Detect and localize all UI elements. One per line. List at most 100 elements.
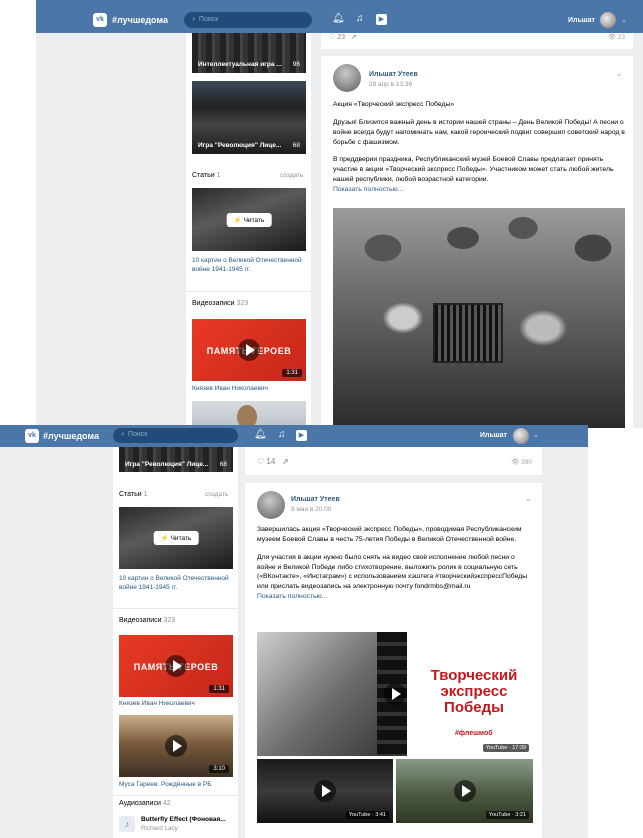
video-play-icon[interactable]: ▶	[376, 14, 387, 25]
videos-header[interactable]: Видеозаписи 323	[192, 300, 248, 307]
post-paragraph: Друзья! Близится важный день в истории н…	[333, 118, 625, 146]
chevron-down-icon[interactable]: ⌄	[533, 431, 539, 439]
play-icon[interactable]	[165, 735, 187, 757]
video-poster[interactable]: Творческий экспресс Победы #флешмоб YouT…	[257, 632, 533, 756]
read-article-button[interactable]: ⚡ Читать	[153, 531, 199, 545]
brand-title[interactable]: #лучшедома	[43, 431, 99, 441]
author-avatar[interactable]	[257, 491, 285, 519]
play-icon[interactable]	[453, 780, 476, 802]
play-icon[interactable]	[165, 655, 187, 677]
user-name[interactable]: Ильшат	[480, 432, 507, 439]
search-input[interactable]: ⌕ Поиск	[113, 428, 238, 443]
post-date[interactable]: 28 апр в 13:36	[369, 81, 412, 88]
top-navbar: vk #лучшедома ⌕ Поиск 🔔︎ ♫ ▶ Ильшат ⌄	[36, 0, 643, 33]
video-thumb[interactable]	[192, 401, 306, 428]
videos-label: Видеозаписи	[119, 617, 162, 624]
post-text: Завершилась акция «Творческий экспресс П…	[257, 525, 533, 602]
wall-post: Ильшат Утеев 9 мая в 20:00 ⌄ Завершилась…	[245, 483, 542, 838]
video-play-icon[interactable]: ▶	[296, 430, 307, 441]
like-button[interactable]: ♡ 23 ⇗	[329, 33, 357, 41]
video-thumb[interactable]: YouTube · 3:41	[257, 759, 393, 823]
user-name[interactable]: Ильшат	[568, 17, 595, 24]
author-avatar[interactable]	[333, 64, 361, 92]
vk-logo-icon[interactable]: vk	[93, 13, 107, 27]
article-cover[interactable]: ⚡ Читать	[192, 188, 306, 251]
articles-count: 1	[216, 172, 221, 179]
articles-header[interactable]: Статьи 1	[192, 172, 221, 179]
post-menu-chevron-icon[interactable]: ⌄	[524, 493, 532, 504]
music-icon[interactable]: ♫	[356, 13, 364, 24]
notifications-bell-icon[interactable]: 🔔︎	[332, 13, 345, 24]
search-input[interactable]: ⌕ Поиск	[184, 12, 312, 28]
album-caption: Интеллектуальная игра ...	[198, 61, 282, 68]
video-thumb[interactable]: ПАМЯТЬ ГЕРОЕВ 1:31	[192, 319, 306, 381]
post-menu-chevron-icon[interactable]: ⌄	[615, 68, 623, 79]
create-article-link[interactable]: создать	[205, 491, 228, 498]
view-count-value: 390	[521, 459, 532, 466]
video-thumb[interactable]: ПАМЯТЬ ГЕРОЕВ 1:31	[119, 635, 233, 697]
view-count-value: 23	[617, 34, 625, 41]
video-thumb[interactable]: 3:10	[119, 715, 233, 777]
like-count: 14	[266, 457, 276, 466]
sidebar-column: Игра "Революция" Лице... 68 Статьи 1 соз…	[113, 447, 238, 838]
video-duration: 3:10	[209, 765, 229, 773]
read-button-label: Читать	[170, 535, 192, 542]
article-cover[interactable]: ⚡ Читать	[119, 507, 233, 569]
video-duration: YouTube · 3:41	[345, 811, 389, 819]
audio-track-title[interactable]: Butterfly Effect (Фоновая...	[141, 816, 226, 823]
notifications-bell-icon[interactable]: 🔔︎	[254, 429, 267, 440]
article-title[interactable]: 10 картин о Великой Отечественной войне …	[119, 575, 233, 593]
play-icon[interactable]	[314, 780, 336, 802]
music-icon[interactable]: ♫	[278, 429, 286, 440]
user-avatar[interactable]	[513, 428, 529, 444]
like-button[interactable]: ♡ 14 ⇗	[257, 457, 289, 466]
audio-track-artist[interactable]: Richard Lacy	[141, 825, 178, 832]
album-count: 96	[292, 61, 300, 68]
previous-post-footer: ♡ 14 ⇗ 👁 390	[245, 447, 542, 475]
videos-header[interactable]: Видеозаписи 323	[119, 617, 175, 624]
chevron-down-icon[interactable]: ⌄	[621, 16, 627, 24]
album-caption: Игра "Революция" Лице...	[125, 461, 209, 468]
user-avatar[interactable]	[600, 12, 616, 28]
post-author[interactable]: Ильшат Утеев	[369, 71, 418, 78]
audio-header[interactable]: Аудиозаписи 42	[119, 800, 171, 807]
videos-label: Видеозаписи	[192, 300, 235, 307]
music-note-icon[interactable]: ♪	[119, 816, 135, 832]
view-count: 👁 390	[511, 459, 532, 466]
sidebar-column: Интеллектуальная игра ... 96 Игра "Револ…	[186, 33, 311, 428]
photo-album-thumb[interactable]: Игра "Революция" Лице... 68	[192, 81, 306, 154]
play-icon[interactable]	[384, 683, 406, 705]
poster-title: Творческий экспресс Победы	[430, 667, 518, 716]
show-more-link[interactable]: Показать полностью...	[333, 186, 403, 193]
search-icon: ⌕	[192, 16, 196, 23]
post-author[interactable]: Ильшат Утеев	[291, 496, 340, 503]
video-title[interactable]: Муса Гареев. Рождённые в РБ	[119, 781, 212, 788]
divider	[113, 795, 238, 796]
video-duration: 1:31	[282, 369, 302, 377]
video-title[interactable]: Князев Иван Николаевич	[119, 700, 195, 707]
articles-label: Статьи	[119, 491, 142, 498]
create-article-link[interactable]: создать	[280, 172, 303, 179]
album-caption: Игра "Революция" Лице...	[198, 142, 282, 149]
previous-post-footer: ♡ 23 ⇗ 👁 23	[321, 33, 633, 49]
photo-album-thumb[interactable]: Игра "Революция" Лице... 68	[119, 447, 233, 472]
article-title[interactable]: 10 картин о Великой Отечественной войне …	[192, 257, 306, 275]
video-duration: YouTube · 17:39	[482, 744, 529, 752]
articles-header[interactable]: Статьи 1	[119, 491, 148, 498]
post-photo[interactable]	[333, 208, 625, 428]
video-thumb[interactable]: YouTube · 3:21	[396, 759, 533, 823]
brand-title[interactable]: #лучшедома	[112, 15, 168, 25]
video-title[interactable]: Князев Иван Николаевич	[192, 385, 268, 392]
articles-count: 1	[143, 491, 148, 498]
vk-logo-icon[interactable]: vk	[25, 429, 39, 443]
show-more-link[interactable]: Показать полностью...	[257, 593, 327, 600]
videos-count: 323	[163, 617, 176, 624]
read-article-button[interactable]: ⚡ Читать	[226, 212, 272, 227]
screenshot-bottom: vk #лучшедома ⌕ Поиск 🔔︎ ♫ ▶ Ильшат ⌄ Игр…	[0, 425, 588, 838]
accordion-image	[433, 303, 503, 363]
play-icon[interactable]	[238, 339, 260, 361]
search-icon: ⌕	[121, 431, 125, 438]
photo-album-thumb[interactable]: Интеллектуальная игра ... 96	[192, 33, 306, 73]
divider	[186, 291, 311, 292]
post-date[interactable]: 9 мая в 20:00	[291, 506, 331, 513]
